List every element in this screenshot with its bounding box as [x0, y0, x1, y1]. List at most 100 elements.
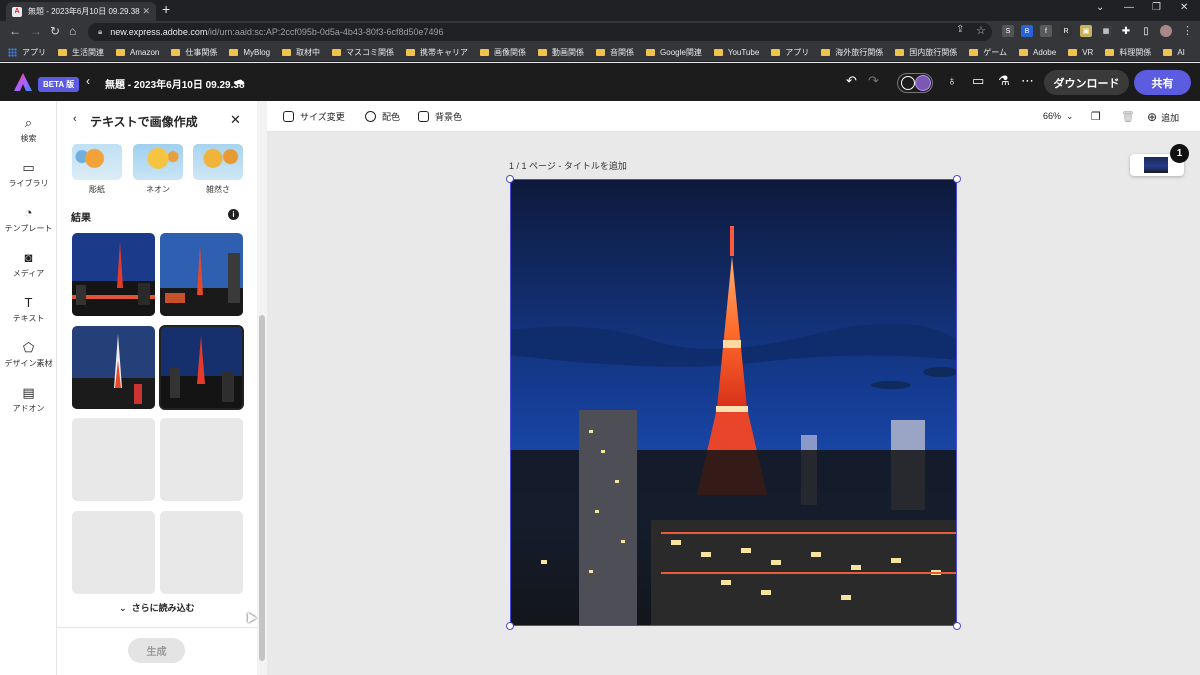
user-avatar — [915, 75, 931, 91]
bookmark-item[interactable]: VR — [1068, 48, 1093, 57]
bookmark-item[interactable]: Amazon — [116, 48, 159, 57]
home-icon[interactable]: ⌂ — [69, 24, 76, 38]
bookmark-item[interactable]: Google関連 — [646, 47, 702, 58]
profile-avatar[interactable] — [1160, 25, 1172, 37]
folder-icon — [58, 48, 67, 56]
collaborators-avatars[interactable] — [897, 73, 933, 93]
zoom-dropdown[interactable]: 66% ⌄ — [1043, 111, 1074, 122]
back-chevron-icon[interactable]: ‹ — [86, 74, 90, 88]
result-image-3[interactable] — [72, 326, 155, 409]
adobe-express-logo-icon[interactable] — [13, 72, 33, 92]
style-option-messy[interactable]: 雑然さ — [193, 144, 243, 195]
resize-handle[interactable] — [953, 622, 961, 630]
bookmark-item[interactable]: 取材中 — [282, 47, 320, 58]
bookmark-item[interactable]: 海外旅行関係 — [821, 47, 883, 58]
style-option-paper[interactable]: 彫紙 — [72, 144, 122, 195]
resize-handle[interactable] — [506, 622, 514, 630]
rail-item-text[interactable]: T テキスト — [0, 295, 57, 324]
maximize-icon[interactable]: ❐ — [1152, 2, 1161, 13]
canvas-area[interactable]: 1 / 1 ページ - タイトルを追加 1 — [267, 132, 1200, 675]
share-button[interactable]: 共有 — [1134, 70, 1191, 95]
bookmark-item[interactable]: アプリ — [8, 47, 46, 58]
rail-item-search[interactable]: ⌕ 検索 — [0, 115, 57, 144]
extension-facebook-icon[interactable]: f — [1040, 25, 1052, 37]
share-page-icon[interactable]: ⇪ — [956, 24, 964, 35]
color-scheme-button[interactable]: 配色 — [365, 110, 400, 123]
extension-blue-icon[interactable]: B — [1021, 25, 1033, 37]
load-more-button[interactable]: ⌄ さらに読み込む — [119, 601, 195, 614]
extensions-puzzle-icon[interactable]: ✚ — [1120, 25, 1132, 37]
browser-menu-icon[interactable]: ⋮ — [1182, 24, 1193, 37]
bookmark-item[interactable]: AI — [1163, 48, 1185, 57]
flask-icon[interactable]: ⚗ — [998, 73, 1010, 89]
artboard-image[interactable] — [510, 179, 957, 626]
style-option-neon[interactable]: ネオン — [133, 144, 183, 195]
delete-page-icon[interactable]: 🗑︎ — [1121, 110, 1135, 123]
scrollbar-thumb[interactable] — [259, 315, 265, 661]
page-title-label[interactable]: 1 / 1 ページ - タイトルを追加 — [509, 159, 627, 172]
background-color-button[interactable]: 背景色 — [418, 110, 462, 123]
undo-icon[interactable]: ↶ — [846, 73, 857, 89]
panel-back-icon[interactable]: ‹ — [73, 113, 77, 125]
extension-image-icon[interactable]: ▣ — [1080, 25, 1092, 37]
panel-close-icon[interactable]: ✕ — [230, 112, 241, 128]
bookmark-item[interactable]: 音関係 — [596, 47, 634, 58]
bookmark-item[interactable]: 生活関連 — [58, 47, 104, 58]
rail-item-template[interactable]: ◔ テンプレート — [0, 205, 57, 234]
duplicate-page-icon[interactable]: ❐ — [1091, 110, 1101, 123]
result-image-2[interactable] — [160, 233, 243, 316]
bookmark-star-icon[interactable]: ☆ — [976, 24, 986, 37]
resize-handle[interactable] — [506, 175, 514, 183]
minimize-icon[interactable]: — — [1124, 2, 1134, 13]
bookmark-item[interactable]: アプリ — [771, 47, 809, 58]
more-icon[interactable]: ⋯ — [1021, 73, 1034, 89]
document-title[interactable]: 無題 - 2023年6月10日 09.29.38 — [105, 76, 245, 91]
folder-icon — [1105, 48, 1115, 56]
resize-handle[interactable] — [953, 175, 961, 183]
redo-icon[interactable]: ↷ — [868, 73, 879, 89]
apps-grid-icon — [8, 47, 17, 57]
extension-rx-icon[interactable]: R — [1060, 25, 1072, 37]
bookmarks-bar: アプリ 生活関連 Amazon 仕事関係 MyBlog 取材中 マスコミ関係 携帯キャリア 画像… — [0, 43, 1200, 62]
browser-tab[interactable]: A 無題 - 2023年6月10日 09.29.38 ✕ — [6, 2, 156, 21]
close-window-icon[interactable]: ✕ — [1180, 2, 1188, 13]
bookmark-item[interactable]: 携帯キャリア — [406, 47, 468, 58]
bookmark-item[interactable]: 画像関係 — [480, 47, 526, 58]
folder-icon — [1068, 48, 1078, 56]
rail-item-addon[interactable]: ▤ アドオン — [0, 385, 57, 414]
bookmark-item[interactable]: 料理関係 — [1105, 47, 1151, 58]
bookmark-label: アプリ — [22, 47, 46, 57]
address-field[interactable]: 🔒︎ new.express.adobe.com /id/urn:aaid:sc… — [88, 23, 992, 41]
result-image-1[interactable] — [72, 233, 155, 316]
rail-item-shapes[interactable]: ⬠ デザイン素材 — [0, 340, 57, 369]
comment-icon[interactable]: ▭ — [972, 73, 984, 89]
bookmark-item[interactable]: Adobe — [1019, 48, 1056, 57]
panel-scrollbar[interactable] — [257, 101, 267, 675]
tab-search-icon[interactable]: ⌄ — [1096, 2, 1104, 13]
cloud-sync-icon[interactable]: ☁ — [233, 73, 245, 87]
rail-item-media[interactable]: ◙ メディア — [0, 250, 57, 279]
resize-button[interactable]: サイズ変更 — [283, 110, 345, 123]
reload-icon[interactable]: ↻ — [50, 24, 60, 38]
bookmark-item[interactable]: MyBlog — [229, 48, 270, 57]
bookmark-item[interactable]: ゲーム — [969, 47, 1007, 58]
close-tab-icon[interactable]: ✕ — [142, 6, 150, 17]
side-panel-icon[interactable]: ▯ — [1140, 25, 1152, 37]
download-button[interactable]: ダウンロード — [1044, 70, 1129, 95]
bookmark-item[interactable]: 動画関係 — [538, 47, 584, 58]
generate-button[interactable]: 生成 — [128, 638, 185, 663]
bookmark-item[interactable]: 仕事関係 — [171, 47, 217, 58]
forward-icon[interactable]: → — [30, 24, 42, 38]
bookmark-item[interactable]: YouTube — [713, 48, 759, 57]
result-image-4-selected[interactable] — [159, 325, 244, 410]
rail-item-folder[interactable]: ▭ ライブラリ — [0, 160, 57, 189]
info-icon[interactable]: i — [228, 209, 239, 220]
new-tab-icon[interactable]: + — [162, 1, 170, 17]
add-page-button[interactable]: ⊕ 追加 — [1147, 110, 1179, 124]
bookmark-item[interactable]: 国内旅行関係 — [895, 47, 957, 58]
bookmark-item[interactable]: マスコミ関係 — [332, 47, 394, 58]
extension-s-icon[interactable]: S — [1002, 25, 1014, 37]
back-icon[interactable]: ← — [9, 24, 21, 38]
lightbulb-icon[interactable]: ♁ — [947, 73, 957, 88]
extension-grid-icon[interactable]: ▦ — [1100, 25, 1112, 37]
